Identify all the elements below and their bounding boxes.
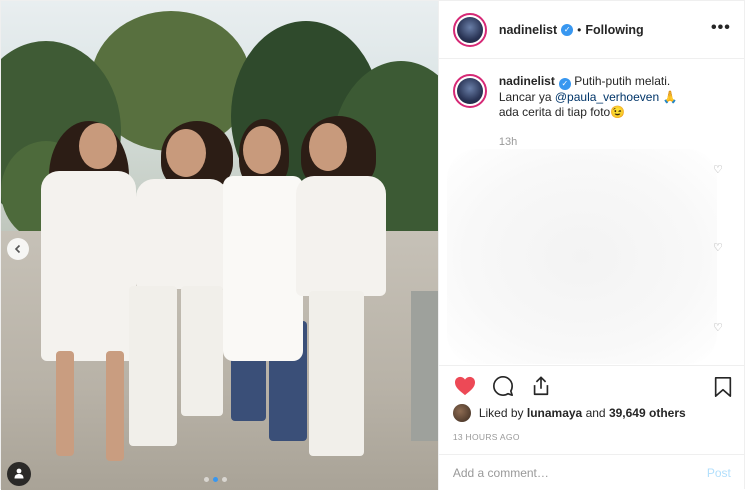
likes-count-link[interactable]: 39,649 others [609, 406, 686, 420]
leg-shape [181, 286, 223, 416]
verified-badge-icon: ✓ [561, 23, 574, 36]
carousel-dot [222, 477, 227, 482]
leg-shape [309, 291, 364, 456]
caption-time: 13h [498, 136, 518, 148]
likes-summary: Liked by lunamaya and 39,649 others [452, 404, 686, 422]
carousel-prev-button[interactable] [7, 238, 29, 260]
caption-line-2: Lancar ya [498, 90, 552, 104]
post-timestamp[interactable]: 13 HOURS AGO [453, 432, 520, 442]
head-shape [309, 123, 347, 171]
head-shape [166, 129, 206, 177]
carousel-dot-active [213, 477, 218, 482]
outfit-shape [296, 176, 386, 296]
caption-username[interactable]: nadinelist [499, 74, 555, 88]
outfit-shape [41, 171, 136, 361]
like-button[interactable] [453, 376, 477, 400]
caption-line-3: ada cerita di tiap foto [498, 105, 611, 119]
photo-wall [411, 291, 438, 441]
carousel-dot [204, 477, 209, 482]
following-button[interactable]: Following [585, 23, 643, 37]
likes-and: and [585, 406, 606, 420]
head-shape [79, 123, 117, 169]
liker-avatar[interactable] [452, 404, 471, 422]
caption-line-1: Putih-putih melati. [574, 74, 671, 88]
comment-form: Post [438, 454, 745, 490]
chevron-left-icon [13, 242, 23, 257]
wink-emoji: 😉 [610, 105, 626, 119]
outfit-shape [223, 176, 303, 361]
post-photo[interactable] [1, 1, 438, 490]
bookmark-icon [713, 377, 733, 401]
leg-shape [56, 351, 74, 456]
blurred-comments [446, 149, 717, 364]
post-side-panel: nadinelist ✓ • Following ••• nadinelist ✓… [437, 1, 745, 490]
instagram-post: nadinelist ✓ • Following ••• nadinelist ✓… [0, 0, 745, 490]
post-caption: nadinelist ✓ Putih-putih melati. Lancar y… [452, 74, 733, 120]
liker-username[interactable]: lunamaya [527, 406, 582, 420]
post-comment-button[interactable]: Post [707, 466, 731, 480]
user-tag-icon [13, 467, 25, 482]
comment-like-heart-icon[interactable]: ♡ [713, 163, 723, 176]
caption-mention-link[interactable]: @paula_verhoeven [555, 90, 659, 104]
heart-icon [454, 376, 476, 399]
header-separator: • [577, 22, 582, 37]
likes-prefix: Liked by [478, 406, 524, 420]
comment-like-heart-icon[interactable]: ♡ [713, 241, 723, 254]
action-bar [438, 365, 745, 409]
author-username[interactable]: nadinelist [499, 23, 557, 37]
verified-badge-icon: ✓ [558, 78, 571, 90]
post-header: nadinelist ✓ • Following ••• [438, 1, 745, 59]
carousel-dots [204, 477, 227, 482]
user-tag-button[interactable] [7, 462, 31, 486]
share-button[interactable] [529, 376, 553, 400]
comment-input[interactable] [452, 465, 707, 480]
caption-text: nadinelist ✓ Putih-putih melati. Lancar y… [499, 74, 724, 120]
outfit-shape [136, 179, 228, 289]
comments-section: nadinelist ✓ Putih-putih melati. Lancar y… [439, 59, 745, 365]
leg-shape [106, 351, 124, 461]
more-options-icon[interactable]: ••• [711, 19, 731, 37]
comment-icon [492, 375, 514, 400]
comment-button[interactable] [491, 376, 515, 400]
author-avatar[interactable] [452, 12, 487, 47]
save-button[interactable] [713, 376, 733, 401]
pray-emoji: 🙏 [662, 90, 678, 104]
comment-like-heart-icon[interactable]: ♡ [713, 321, 723, 334]
share-icon [530, 375, 552, 400]
head-shape [243, 126, 281, 174]
caption-avatar[interactable] [452, 74, 487, 108]
leg-shape [129, 286, 177, 446]
